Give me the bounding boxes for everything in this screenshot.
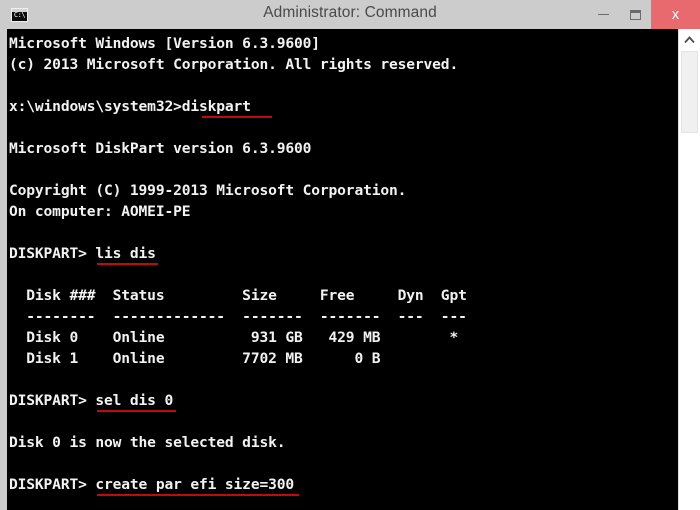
console-line: DISKPART> create par efi size=300 [7,474,678,496]
scroll-up-button[interactable] [679,29,700,50]
console-line: Disk ### Status Size Free Dyn Gpt [9,287,467,304]
window-client-area: Microsoft Windows [Version 6.3.9600] (c) … [0,29,700,510]
console-line: On computer: AOMEI-PE [9,203,191,220]
console-line: DISKPART> sel dis 0 [7,390,678,412]
console-line: Microsoft Windows [Version 6.3.9600] [9,35,320,52]
minimize-button[interactable] [587,0,619,29]
console-line: Disk 0 Online 931 GB 429 MB * [9,329,459,346]
console-output[interactable]: Microsoft Windows [Version 6.3.9600] (c) … [7,29,678,510]
console-line: Disk 0 is now the selected disk. [9,434,286,451]
console-line: Disk 1 Online 7702 MB 0 B [9,350,381,367]
minimize-icon [597,14,609,15]
maximize-icon [629,9,641,20]
command-prompt-window: C:\ Administrator: Command x Microsoft W… [0,0,700,510]
scrollbar-track[interactable] [679,133,700,510]
console-scrollbar[interactable] [678,29,700,510]
console-line: DISKPART> lis dis [7,243,678,265]
close-button[interactable]: x [651,0,700,29]
console-line: (c) 2013 Microsoft Corporation. All righ… [9,56,459,73]
window-titlebar[interactable]: C:\ Administrator: Command x [0,0,700,29]
scrollbar-thumb[interactable] [681,51,698,133]
console-line: x:\windows\system32>diskpart [7,96,678,118]
maximize-button[interactable] [619,0,651,29]
window-controls: x [587,0,700,29]
chevron-up-icon [684,35,695,43]
console-line: -------- ------------- ------- ------- -… [9,308,467,325]
console-line: Microsoft DiskPart version 6.3.9600 [9,140,312,157]
close-icon: x [671,6,680,23]
console-line: Copyright (C) 1999-2013 Microsoft Corpor… [9,182,407,199]
